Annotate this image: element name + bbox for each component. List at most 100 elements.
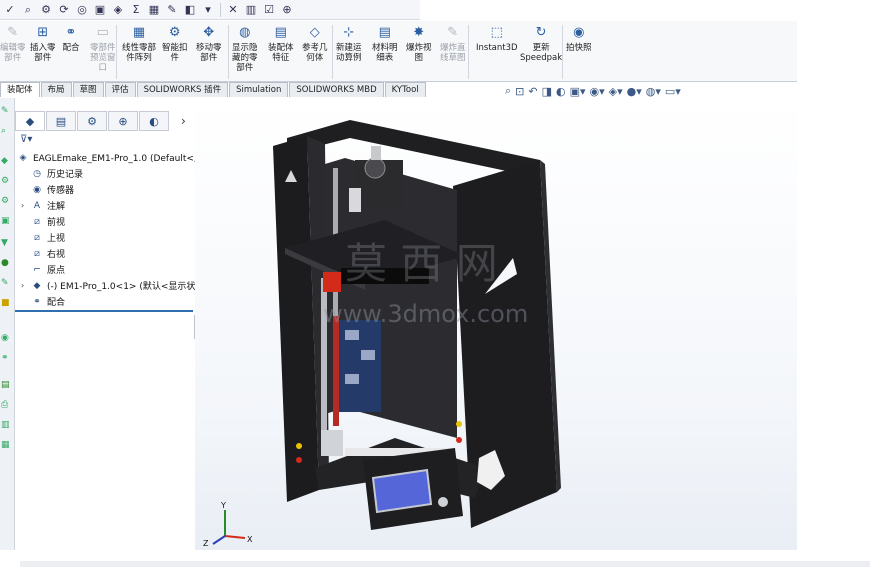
check-tool-icon[interactable]: ☑ [261, 2, 277, 18]
edit-appearance-icon[interactable]: ●▾ [627, 85, 642, 98]
previous-view-icon[interactable]: ↶ [528, 85, 537, 98]
dimxpert-tab-icon[interactable]: ⊕ [108, 111, 138, 131]
settings-strip-icon[interactable]: ⚙ [1, 196, 13, 208]
chevron-right-icon[interactable]: › [181, 114, 186, 128]
explode-line-sketch-button[interactable]: ✎ 爆炸直 线草图 [440, 25, 466, 63]
ribbon-button-label: 新建运 动算例 [336, 43, 362, 63]
search-tool-icon[interactable]: ⌕ [20, 2, 36, 18]
spell-check-icon[interactable]: ✓ [2, 2, 18, 18]
zoom-to-area-icon[interactable]: ⊡ [515, 85, 524, 98]
snapshot-button[interactable]: ◉ 拍快照 [566, 25, 592, 53]
sketch-strip-icon[interactable]: ✎ [1, 106, 13, 118]
folder-strip-icon[interactable]: ■ [1, 298, 13, 310]
extruder-fan [364, 157, 386, 179]
status-strip-icon[interactable]: ● [1, 258, 13, 270]
triad-x-label: X [247, 535, 253, 544]
print-strip-icon[interactable]: ⎙ [1, 400, 13, 412]
tree-root-assembly[interactable]: ◈ EAGLEmake_EM1-Pro_1.0 (Default<显 [17, 150, 203, 165]
search-strip-icon[interactable]: ⌕ [1, 126, 13, 138]
insert-component-button[interactable]: ⊞ 插入零 部件 [30, 25, 56, 63]
tree-item[interactable]: ⚭ 配合 [21, 294, 65, 309]
sketch-icon[interactable]: ✎ [164, 2, 180, 18]
tab-6[interactable]: SOLIDWORKS MBD [289, 82, 384, 97]
new-motion-study-button[interactable]: ⊹ 新建运 动算例 [336, 25, 362, 63]
library-strip-icon[interactable]: ▤ [1, 380, 13, 392]
tree-item[interactable]: ⧄ 前视 [21, 214, 65, 229]
bom-button[interactable]: ▤ 材料明 细表 [372, 25, 398, 63]
apply-scene-icon[interactable]: ◍▾ [646, 85, 661, 98]
graphics-area[interactable]: 莫 西 网 www.3dmox.com Y X Z [195, 98, 797, 550]
tab-4[interactable]: SOLIDWORKS 插件 [136, 82, 229, 97]
tree-item-label: 上视 [47, 234, 66, 244]
tab-7[interactable]: KYTool [384, 82, 426, 97]
panel-divider[interactable] [15, 310, 193, 312]
options-icon[interactable]: ◎ [74, 2, 90, 18]
tree-item[interactable]: ◉ 传感器 [21, 182, 74, 197]
board-chip-2 [361, 350, 375, 360]
close-tool-icon[interactable]: ✕ [225, 2, 241, 18]
sum-icon[interactable]: Σ [128, 2, 144, 18]
smart-fastener-button[interactable]: ⚙ 智能扣 件 [162, 25, 188, 63]
tab-1[interactable]: 布局 [40, 82, 72, 97]
dropdown-tool-icon[interactable]: ▾ [200, 2, 216, 18]
edit-component-button[interactable]: ✎ 编辑零 部件 [0, 25, 26, 63]
configuration-manager-tab-icon[interactable]: ⚙ [77, 111, 107, 131]
mate-button[interactable]: ⚭ 配合 [62, 25, 80, 53]
report-strip-icon[interactable]: ▦ [1, 440, 13, 452]
linear-pattern-button[interactable]: ▦ 线性零部 件阵列 [122, 25, 156, 63]
tree-item[interactable]: ◷ 历史记录 [21, 166, 83, 181]
tool-icon[interactable]: ⚙ [38, 2, 54, 18]
reference-geometry-button[interactable]: ◇ 参考几 何体 [302, 25, 328, 63]
tab-2[interactable]: 草图 [72, 82, 104, 97]
instant3d-button[interactable]: ⬚ Instant3D [476, 25, 518, 53]
ribbon-button-label: 材料明 细表 [372, 43, 398, 63]
assembly-feature-button[interactable]: ▤ 装配体 特征 [268, 25, 294, 63]
ribbon-button-label: 爆炸视 图 [406, 43, 432, 63]
globe-icon[interactable]: ⊕ [279, 2, 295, 18]
exploded-view-button[interactable]: ✸ 爆炸视 图 [406, 25, 432, 63]
section-icon[interactable]: ◧ [182, 2, 198, 18]
triad-x-axis [224, 535, 246, 539]
tab-5[interactable]: Simulation [229, 82, 289, 97]
tree-item[interactable]: ⧄ 上视 [21, 230, 65, 245]
mass-properties-icon[interactable]: ◈ [110, 2, 126, 18]
tab-0[interactable]: 装配体 [0, 82, 40, 97]
speedpak-button[interactable]: ↻ 更新 Speedpak [520, 25, 562, 63]
chart-strip-icon[interactable]: ▥ [1, 420, 13, 432]
zoom-to-fit-icon[interactable]: ⌕ [505, 84, 511, 98]
cube-strip-icon[interactable]: ▣ [1, 216, 13, 228]
globe-strip-icon[interactable]: ◉ [1, 333, 13, 345]
section-view-icon[interactable]: ◨ [542, 85, 552, 98]
tab-3[interactable]: 评估 [104, 82, 136, 97]
hide-show-items-icon[interactable]: ◈▾ [609, 85, 623, 98]
expand-arrow-icon[interactable]: › [21, 281, 29, 290]
measure-icon[interactable]: ▣ [92, 2, 108, 18]
tree-item[interactable]: ⌐ 原点 [21, 262, 65, 277]
tree-item[interactable]: ⧄ 右视 [21, 246, 65, 261]
property-manager-tab-icon[interactable]: ▤ [46, 111, 76, 131]
filter-icon[interactable]: ⊽▾ [20, 134, 32, 145]
task-pane-strip: ✎ ⌕ ◆ ⚙ ⚙ ▣ ▼ ● ✎ ■ ◉ ⚭ ▤ ⎙ ▥ ▦ [0, 98, 15, 550]
edit-strip-icon[interactable]: ✎ [1, 278, 13, 290]
show-hidden-button[interactable]: ◍ 显示隐 藏的零 部件 [232, 25, 258, 73]
chart-tool-icon[interactable]: ▥ [243, 2, 259, 18]
display-manager-tab-icon[interactable]: ◐ [139, 111, 169, 131]
shape-strip-icon[interactable]: ▼ [1, 238, 13, 250]
assembly-icon[interactable]: ▦ [146, 2, 162, 18]
feature-tree-tab-icon[interactable]: ◆ [15, 111, 45, 131]
rebuild-icon[interactable]: ⟳ [56, 2, 72, 18]
preview-window-button[interactable]: ▭ 零部件 预览窗 口 [90, 25, 116, 73]
annotation-icon: A [33, 200, 41, 211]
view-settings-icon[interactable]: ▭▾ [665, 85, 681, 98]
ribbon-button-label: 参考几 何体 [302, 43, 328, 63]
dynamic-annotation-icon[interactable]: ◐ [556, 85, 566, 98]
move-component-button[interactable]: ✥ 移动零 部件 [196, 25, 222, 63]
display-style-icon[interactable]: ◉▾ [590, 85, 605, 98]
link-strip-icon[interactable]: ⚭ [1, 353, 13, 365]
tree-item[interactable]: › ◆ (-) EM1-Pro_1.0<1> (默认<显示状态 [21, 278, 204, 293]
tree-item[interactable]: › A 注解 [21, 198, 65, 213]
expand-arrow-icon[interactable]: › [21, 201, 29, 210]
gear-strip-icon[interactable]: ⚙ [1, 176, 13, 188]
part-strip-icon[interactable]: ◆ [1, 156, 13, 168]
view-orientation-icon[interactable]: ▣▾ [570, 85, 586, 98]
